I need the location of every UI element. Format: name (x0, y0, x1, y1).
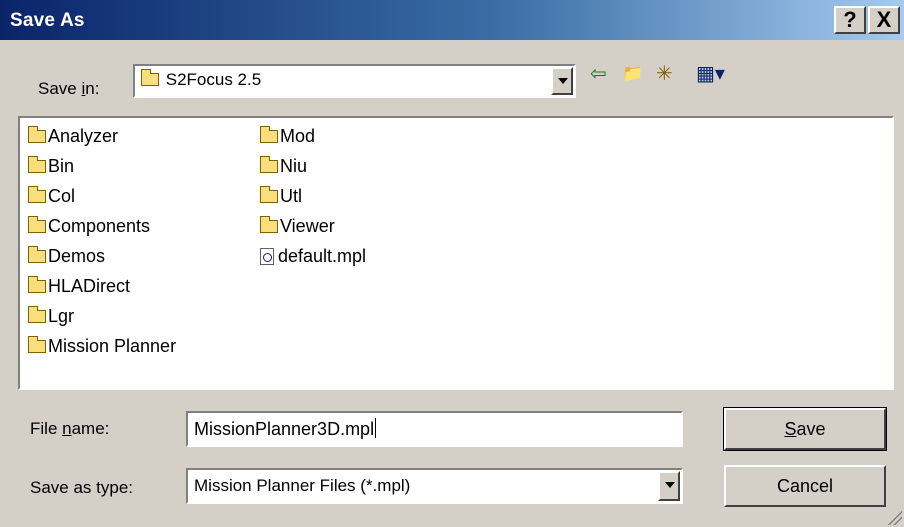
list-item[interactable]: Viewer (260, 214, 335, 238)
save-in-dropdown-button[interactable] (551, 67, 573, 95)
save-button[interactable]: Save (723, 407, 887, 451)
save-in-combo[interactable]: S2Focus 2.5 (133, 64, 576, 98)
folder-icon (28, 306, 46, 323)
folder-icon (260, 156, 278, 173)
folder-icon (28, 186, 46, 203)
list-item[interactable]: Niu (260, 154, 307, 178)
folder-icon (28, 156, 46, 173)
new-folder-icon[interactable]: ✳ (656, 62, 673, 86)
folder-icon (260, 216, 278, 233)
mpl-file-icon (260, 248, 274, 265)
list-item[interactable]: Lgr (28, 304, 74, 328)
save-in-label: Save in: (38, 79, 100, 98)
folder-icon (260, 186, 278, 203)
save-as-type-dropdown-button[interactable] (658, 471, 680, 501)
up-folder-icon[interactable]: 📁 (622, 62, 643, 86)
file-name-label: File name: (30, 419, 110, 438)
save-in-value: S2Focus 2.5 (165, 70, 262, 89)
list-item[interactable]: Mod (260, 124, 315, 148)
list-item[interactable]: Analyzer (28, 124, 118, 148)
text-caret (375, 418, 377, 438)
close-button[interactable]: X (868, 6, 900, 34)
folder-icon (260, 126, 278, 143)
help-button[interactable]: ? (834, 6, 866, 34)
list-item[interactable]: Mission Planner (28, 334, 176, 358)
save-as-type-label: Save as type: (30, 478, 134, 497)
list-item[interactable]: Demos (28, 244, 105, 268)
folder-icon (28, 246, 46, 263)
folder-icon (28, 216, 46, 233)
title-bar: Save As ? X (0, 0, 904, 42)
file-list[interactable]: Analyzer Bin Col Components Demos HLADir… (18, 116, 894, 390)
folder-open-icon (141, 69, 159, 86)
folder-icon (28, 126, 46, 143)
window-title: Save As (10, 10, 85, 31)
folder-icon (28, 336, 46, 353)
list-item[interactable]: Bin (28, 154, 74, 178)
folder-icon (28, 276, 46, 293)
list-item[interactable]: HLADirect (28, 274, 130, 298)
back-arrow-icon[interactable]: ⇦ (590, 62, 607, 86)
cancel-button[interactable]: Cancel (724, 465, 886, 507)
list-item[interactable]: Col (28, 184, 75, 208)
view-menu-icon[interactable]: ▦▾ (696, 62, 725, 86)
list-item[interactable]: Utl (260, 184, 302, 208)
list-item[interactable]: default.mpl (260, 244, 366, 268)
resize-grip[interactable] (886, 509, 902, 525)
file-name-input[interactable]: MissionPlanner3D.mpl (186, 411, 683, 447)
save-as-type-value: Mission Planner Files (*.mpl) (194, 476, 411, 495)
save-as-type-combo[interactable]: Mission Planner Files (*.mpl) (186, 468, 683, 504)
list-item[interactable]: Components (28, 214, 150, 238)
